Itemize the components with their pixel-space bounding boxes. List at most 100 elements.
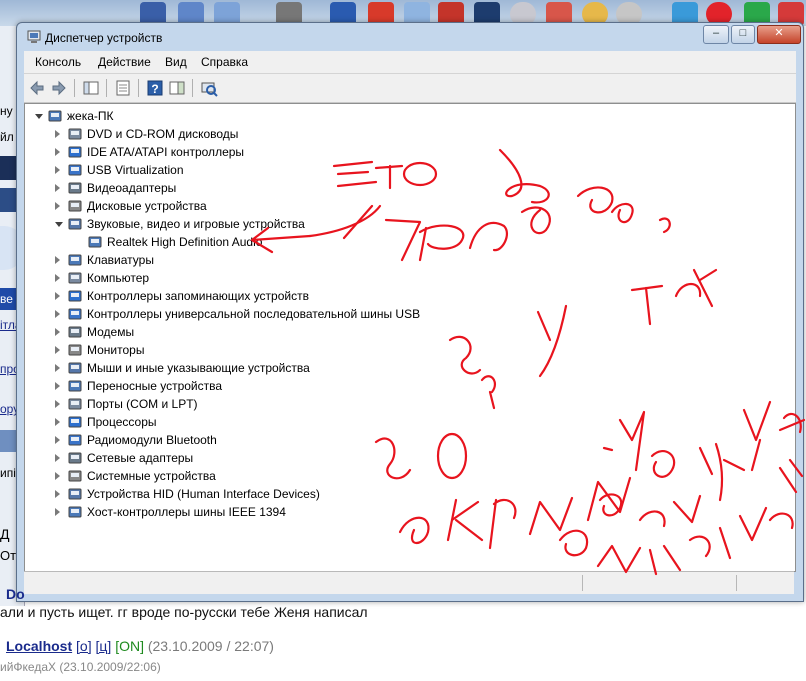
modem-icon (68, 326, 82, 338)
expand-arrow-icon[interactable] (55, 382, 60, 390)
expand-arrow-icon[interactable] (55, 202, 60, 210)
tree-category[interactable]: USB Virtualization (55, 161, 785, 179)
toolbar-separator (192, 79, 193, 97)
window-title: Диспетчер устройств (45, 31, 163, 45)
tree-device[interactable]: Realtek High Definition Audio (75, 233, 785, 251)
tree-item-label: Сетевые адаптеры (87, 451, 194, 465)
toolbar-separator (138, 79, 139, 97)
expand-arrow-icon[interactable] (55, 166, 60, 174)
tree-item-label: Контроллеры универсальной последовательн… (87, 307, 421, 321)
tree-category[interactable]: Переносные устройства (55, 377, 785, 395)
tree-item-label: Мониторы (87, 343, 145, 357)
tree-item-label: Переносные устройства (87, 379, 223, 393)
keyboard-icon (68, 254, 82, 266)
tree-category[interactable]: Контроллеры запоминающих устройств (55, 287, 785, 305)
expand-arrow-icon[interactable] (55, 454, 60, 462)
ide-controller-icon (68, 146, 82, 158)
tree-item-label: Модемы (87, 325, 135, 339)
expand-arrow-icon[interactable] (55, 292, 60, 300)
expand-arrow-icon[interactable] (55, 310, 60, 318)
dvd-drive-icon (68, 128, 82, 140)
chat-link-quote[interactable]: [ц] (95, 638, 111, 654)
tree-category[interactable]: Радиомодули Bluetooth (55, 431, 785, 449)
speaker-icon (88, 236, 102, 248)
tree-item-label: Контроллеры запоминающих устройств (87, 289, 309, 303)
tree-category[interactable]: Звуковые, видео и игровые устройства (55, 215, 785, 233)
tree-category[interactable]: Мониторы (55, 341, 785, 359)
tree-item-label: жека-ПК (67, 109, 114, 123)
svg-text:?: ? (151, 82, 158, 96)
forward-icon[interactable] (50, 79, 68, 97)
menu-action[interactable]: Действие (98, 55, 151, 69)
title-bar[interactable]: Диспетчер устройств – □ ✕ (17, 23, 803, 51)
device-manager-icon (27, 30, 41, 43)
usb-icon (68, 164, 82, 176)
tree-category[interactable]: Системные устройства (55, 467, 785, 485)
sound-icon (68, 218, 82, 230)
scan-hardware-icon[interactable] (200, 79, 218, 97)
expand-arrow-icon[interactable] (55, 130, 60, 138)
menu-help[interactable]: Справка (201, 55, 248, 69)
expand-arrow-icon[interactable] (55, 418, 60, 426)
expand-arrow-icon[interactable] (55, 346, 60, 354)
tree-category[interactable]: Компьютер (55, 269, 785, 287)
expand-arrow-icon[interactable] (55, 256, 60, 264)
chat-fragment: Do (6, 586, 25, 602)
help-icon[interactable]: ? (146, 79, 164, 97)
network-adapter-icon (68, 452, 82, 464)
close-button[interactable]: ✕ (757, 25, 801, 44)
expand-arrow-icon[interactable] (55, 148, 60, 156)
console-tree-icon[interactable] (82, 79, 100, 97)
status-divider (582, 575, 583, 591)
tree-category[interactable]: Модемы (55, 323, 785, 341)
tree-category[interactable]: Сетевые адаптеры (55, 449, 785, 467)
menu-view[interactable]: Вид (165, 55, 187, 69)
tree-root[interactable]: жека-ПК (35, 107, 785, 125)
chat-timestamp: (23.10.2009 / 22:07) (147, 638, 274, 654)
processor-icon (68, 416, 82, 428)
menu-console[interactable]: Консоль (35, 55, 81, 69)
tree-category[interactable]: Дисковые устройства (55, 197, 785, 215)
tree-category[interactable]: Устройства HID (Human Interface Devices) (55, 485, 785, 503)
online-status: [ON] (115, 638, 144, 654)
expand-arrow-icon[interactable] (55, 436, 60, 444)
expand-arrow-icon[interactable] (55, 508, 60, 516)
tree-category[interactable]: Процессоры (55, 413, 785, 431)
properties-icon[interactable] (114, 79, 132, 97)
collapse-arrow-icon[interactable] (35, 114, 43, 119)
chat-author-link[interactable]: Localhost (6, 638, 72, 654)
tree-category[interactable]: Мыши и иные указывающие устройства (55, 359, 785, 377)
tree-item-label: Мыши и иные указывающие устройства (87, 361, 310, 375)
tree-item-label: Устройства HID (Human Interface Devices) (87, 487, 320, 501)
tree-item-label: DVD и CD-ROM дисководы (87, 127, 239, 141)
tree-category[interactable]: DVD и CD-ROM дисководы (55, 125, 785, 143)
tree-category[interactable]: Порты (COM и LPT) (55, 395, 785, 413)
tree-item-label: Системные устройства (87, 469, 216, 483)
expand-arrow-icon[interactable] (55, 328, 60, 336)
tree-category[interactable]: Контроллеры универсальной последовательн… (55, 305, 785, 323)
minimize-button[interactable]: – (703, 25, 729, 44)
action-pane-icon[interactable] (168, 79, 186, 97)
expand-arrow-icon[interactable] (55, 184, 60, 192)
expand-arrow-icon[interactable] (55, 472, 60, 480)
maximize-button[interactable]: □ (731, 25, 755, 44)
computer-icon (68, 272, 82, 284)
disk-drive-icon (68, 200, 82, 212)
expand-arrow-icon[interactable] (55, 400, 60, 408)
tree-item-label: Радиомодули Bluetooth (87, 433, 217, 447)
tree-category[interactable]: Клавиатуры (55, 251, 785, 269)
chat-link-o[interactable]: [о] (76, 638, 92, 654)
collapse-arrow-icon[interactable] (55, 222, 63, 227)
back-icon[interactable] (28, 79, 46, 97)
tree-item-label: Дисковые устройства (87, 199, 207, 213)
expand-arrow-icon[interactable] (55, 490, 60, 498)
tree-category[interactable]: IDE ATA/ATAPI контроллеры (55, 143, 785, 161)
tree-category[interactable]: Видеоадаптеры (55, 179, 785, 197)
tree-item-label: Процессоры (87, 415, 157, 429)
mouse-icon (68, 362, 82, 374)
chat-message-header: Localhost [о] [ц] [ON] (23.10.2009 / 22:… (6, 638, 274, 654)
tree-category[interactable]: Хост-контроллеры шины IEEE 1394 (55, 503, 785, 521)
tree-item-label: IDE ATA/ATAPI контроллеры (87, 145, 245, 159)
expand-arrow-icon[interactable] (55, 364, 60, 372)
expand-arrow-icon[interactable] (55, 274, 60, 282)
